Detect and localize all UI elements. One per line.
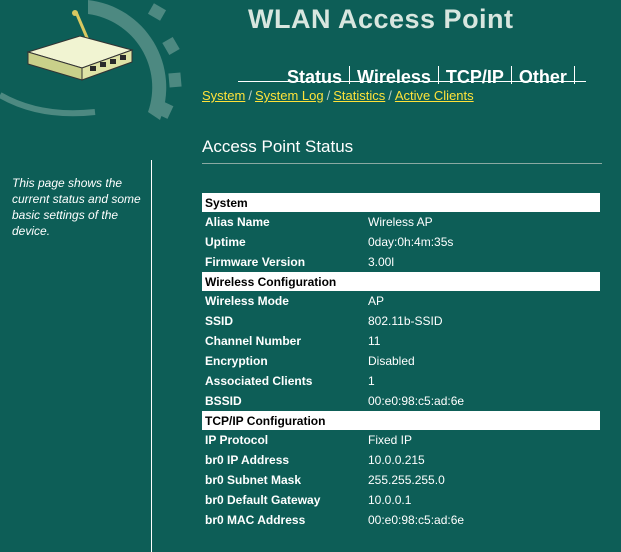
row-value: 1	[368, 374, 375, 388]
subnav-statistics-link[interactable]: Statistics	[333, 88, 385, 103]
row-label: IP Protocol	[205, 433, 269, 447]
table-row: Associated Clients 1	[202, 371, 600, 391]
main-tabs: Status Wireless TCP/IP Other	[238, 66, 586, 88]
sidebar-divider	[151, 160, 152, 552]
row-label: Uptime	[205, 235, 246, 249]
table-row: br0 MAC Address 00:e0:98:c5:ad:6e	[202, 510, 600, 530]
section-title: System	[202, 193, 600, 212]
row-value: 0day:0h:4m:35s	[368, 235, 454, 249]
table-row: IP Protocol Fixed IP	[202, 430, 600, 450]
table-row: SSID 802.11b-SSID	[202, 311, 600, 331]
row-value: 00:e0:98:c5:ad:6e	[368, 394, 465, 408]
row-label: Firmware Version	[205, 255, 306, 269]
row-value: Wireless AP	[368, 215, 433, 229]
row-value: 10.0.0.1	[368, 493, 412, 507]
row-label: SSID	[205, 314, 234, 328]
row-label: Encryption	[205, 354, 268, 368]
tab-other[interactable]: Other	[512, 66, 575, 87]
row-label: Alias Name	[205, 215, 270, 229]
row-value: 00:e0:98:c5:ad:6e	[368, 513, 465, 527]
subnav-separator: /	[388, 88, 392, 103]
row-value: Disabled	[368, 354, 415, 368]
row-value: 11	[368, 334, 381, 348]
table-row: Encryption Disabled	[202, 351, 600, 371]
table-row: br0 Default Gateway 10.0.0.1	[202, 490, 600, 510]
subnav-separator: /	[326, 88, 331, 103]
table-row: Wireless Mode AP	[202, 291, 600, 311]
subnav-active-clients-link[interactable]: Active Clients	[395, 88, 474, 103]
router-icon	[26, 10, 134, 81]
table-row: Firmware Version 3.00l	[202, 252, 600, 272]
sidebar-help-text: This page shows the current status and s…	[12, 176, 141, 238]
tab-wireless[interactable]: Wireless	[350, 66, 439, 87]
subnav: System / System Log / Statistics / Active Clie…	[202, 88, 474, 103]
row-label: br0 Subnet Mask	[205, 473, 302, 487]
tab-status[interactable]: Status	[238, 66, 351, 87]
section-header-system: System	[202, 193, 600, 212]
row-label: BSSID	[205, 394, 242, 408]
row-label: Associated Clients	[205, 374, 313, 388]
subnav-separator: /	[248, 88, 252, 103]
row-value: AP	[368, 294, 385, 308]
row-label: br0 IP Address	[205, 453, 290, 467]
status-table: System Alias Name Wireless AP Uptime 0da…	[202, 193, 600, 530]
section-header-wireless: Wireless Configuration	[202, 272, 600, 291]
table-row: Alias Name Wireless AP	[202, 212, 600, 232]
table-row: br0 Subnet Mask 255.255.255.0	[202, 470, 600, 490]
header: WLAN Access Point	[0, 0, 621, 125]
row-value: Fixed IP	[368, 433, 413, 447]
table-row: Channel Number 11	[202, 331, 600, 351]
tab-tcpip[interactable]: TCP/IP	[439, 66, 512, 87]
subnav-system-link[interactable]: System	[202, 88, 245, 103]
table-row: br0 IP Address 10.0.0.215	[202, 450, 600, 470]
logo-area	[0, 0, 190, 125]
section-header-tcpip: TCP/IP Configuration	[202, 411, 600, 430]
row-label: Channel Number	[205, 334, 302, 348]
table-row: Uptime 0day:0h:4m:35s	[202, 232, 600, 252]
row-value: 255.255.255.0	[368, 473, 445, 487]
page-title: Access Point Status	[202, 137, 354, 156]
title-divider	[202, 163, 602, 164]
row-value: 3.00l	[368, 255, 395, 269]
subnav-system-log-link[interactable]: System Log	[255, 88, 324, 103]
row-value: 10.0.0.215	[368, 453, 425, 467]
row-value: 802.11b-SSID	[368, 314, 443, 328]
row-label: br0 MAC Address	[205, 513, 306, 527]
row-label: Wireless Mode	[205, 294, 289, 308]
section-title: TCP/IP Configuration	[202, 411, 600, 430]
app-title: WLAN Access Point	[248, 4, 514, 34]
table-row: BSSID 00:e0:98:c5:ad:6e	[202, 391, 600, 411]
row-label: br0 Default Gateway	[205, 493, 321, 507]
section-title: Wireless Configuration	[202, 272, 600, 291]
